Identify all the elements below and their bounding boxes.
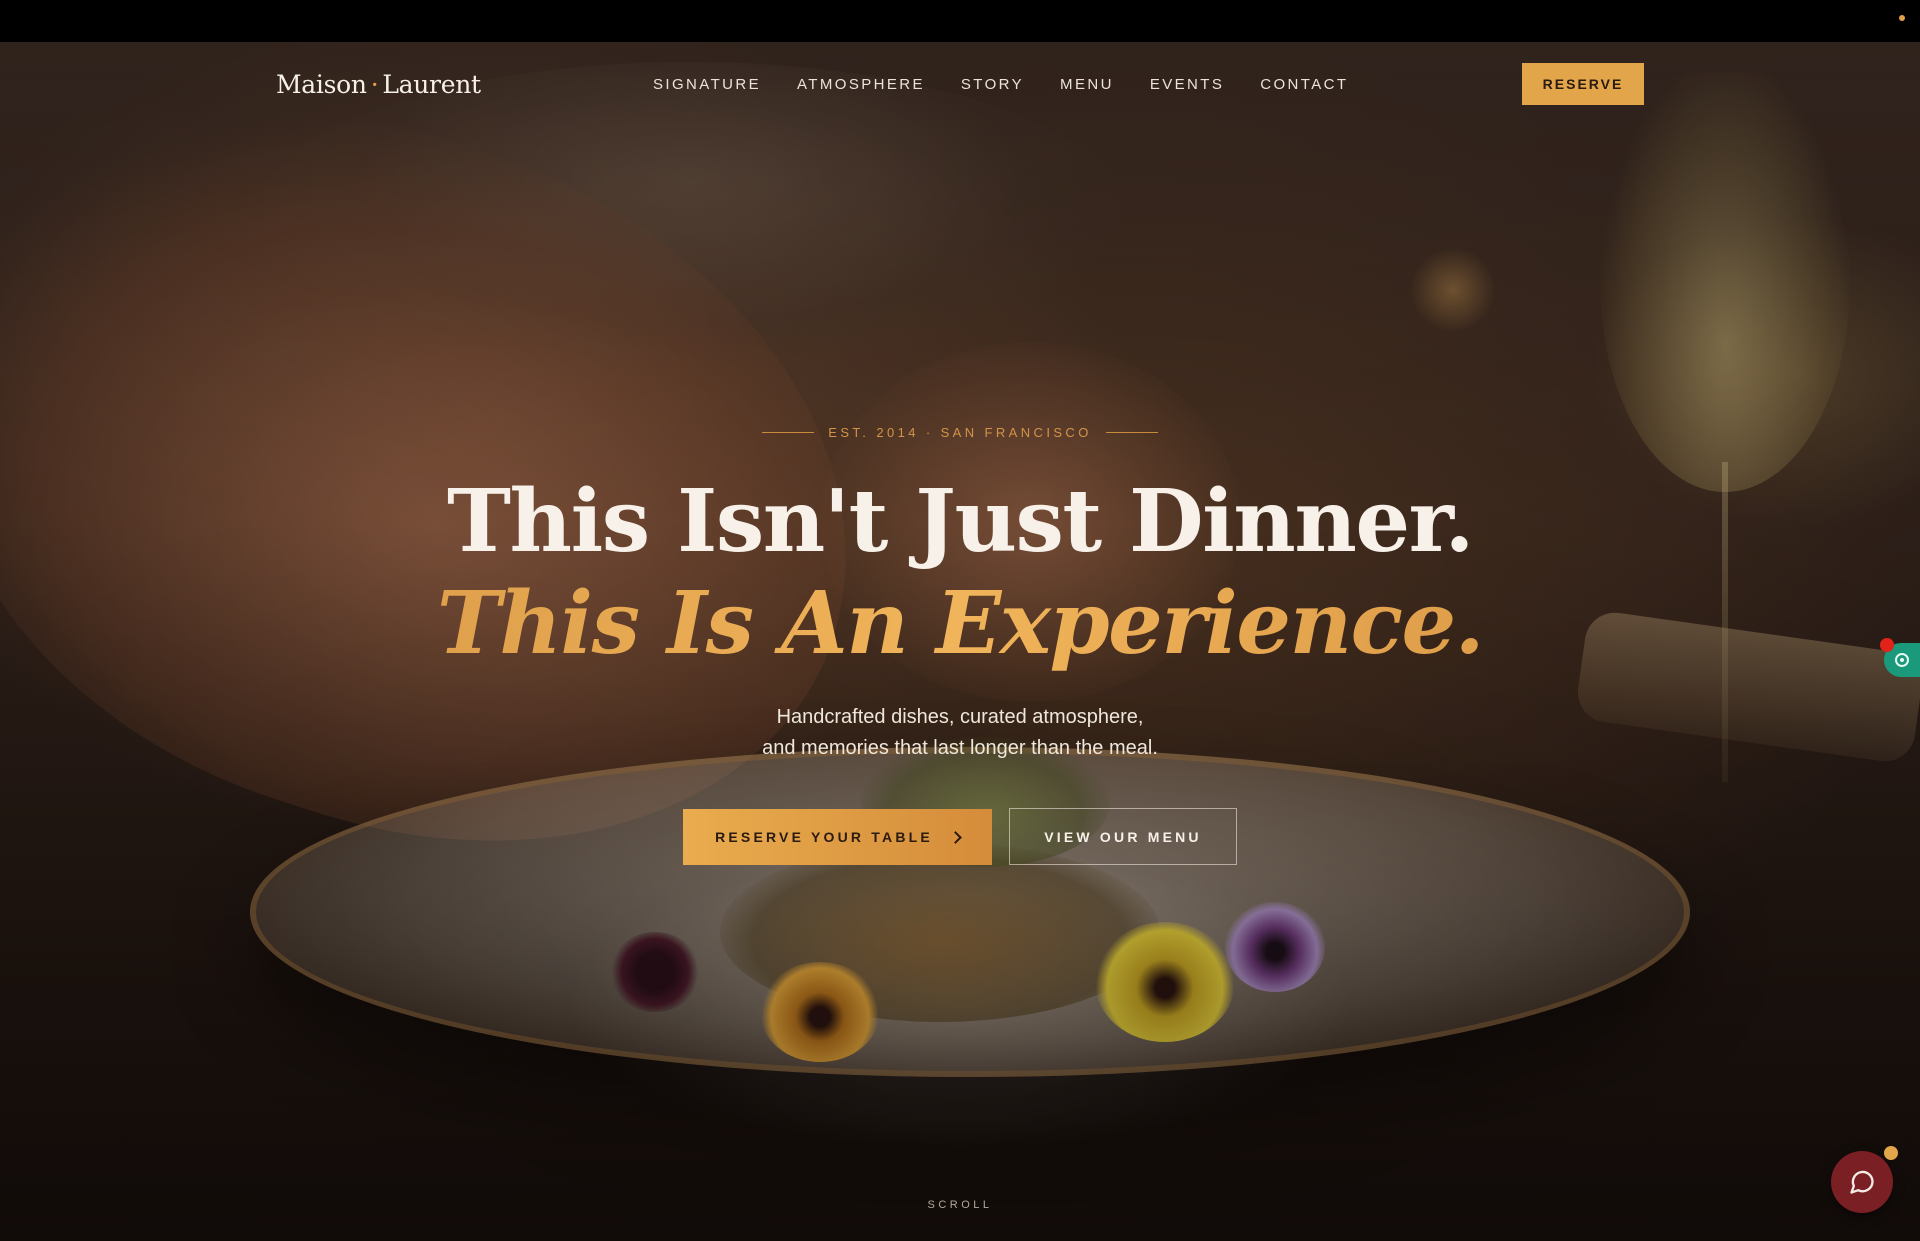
reserve-button[interactable]: RESERVE (1522, 63, 1644, 105)
brand-separator: · (370, 70, 379, 99)
scroll-indicator[interactable]: SCROLL (0, 1199, 1920, 1211)
browser-top-bar (0, 0, 1920, 42)
hero-subtext-line: and memories that last longer than the m… (762, 737, 1158, 759)
view-menu-button[interactable]: VIEW OUR MENU (1009, 808, 1237, 865)
brand-name-first: Maison (276, 70, 367, 99)
brand-logo[interactable]: Maison · Laurent (276, 70, 481, 99)
status-dot (1899, 15, 1905, 21)
main-nav: SIGNATURE ATMOSPHERE STORY MENU EVENTS C… (653, 76, 1348, 93)
nav-link-signature[interactable]: SIGNATURE (653, 76, 761, 93)
chat-notification-badge (1884, 1146, 1898, 1160)
hero-headline: This Isn't Just Dinner. (447, 471, 1474, 572)
hero-headline-accent: This Is An Experience. (0, 572, 1920, 676)
nav-link-events[interactable]: EVENTS (1150, 76, 1224, 93)
hero-subtext: Handcrafted dishes, curated atmosphere, … (0, 702, 1920, 764)
nav-link-menu[interactable]: MENU (1060, 76, 1114, 93)
nav-link-atmosphere[interactable]: ATMOSPHERE (797, 76, 925, 93)
chat-button[interactable] (1831, 1151, 1893, 1213)
hero-subtext-line: Handcrafted dishes, curated atmosphere, (776, 706, 1144, 728)
site-header: Maison · Laurent SIGNATURE ATMOSPHERE STOR… (0, 42, 1920, 126)
reserve-table-button[interactable]: RESERVE YOUR TABLE (683, 809, 992, 865)
view-menu-label: VIEW OUR MENU (1044, 828, 1202, 845)
settings-icon (1895, 653, 1909, 667)
eyebrow-divider-right (1105, 432, 1158, 433)
reserve-table-label: RESERVE YOUR TABLE (715, 829, 933, 845)
chat-bubble-icon (1850, 1170, 1874, 1194)
eyebrow-divider-left (762, 432, 815, 433)
brand-name-second: Laurent (382, 70, 481, 99)
nav-link-contact[interactable]: CONTACT (1260, 76, 1348, 93)
nav-link-story[interactable]: STORY (961, 76, 1024, 93)
hero-eyebrow: EST. 2014 · SAN FRANCISCO (0, 425, 1920, 440)
chevron-right-icon (949, 830, 962, 844)
eyebrow-text: EST. 2014 · SAN FRANCISCO (828, 425, 1092, 440)
notification-dot (1880, 638, 1894, 652)
